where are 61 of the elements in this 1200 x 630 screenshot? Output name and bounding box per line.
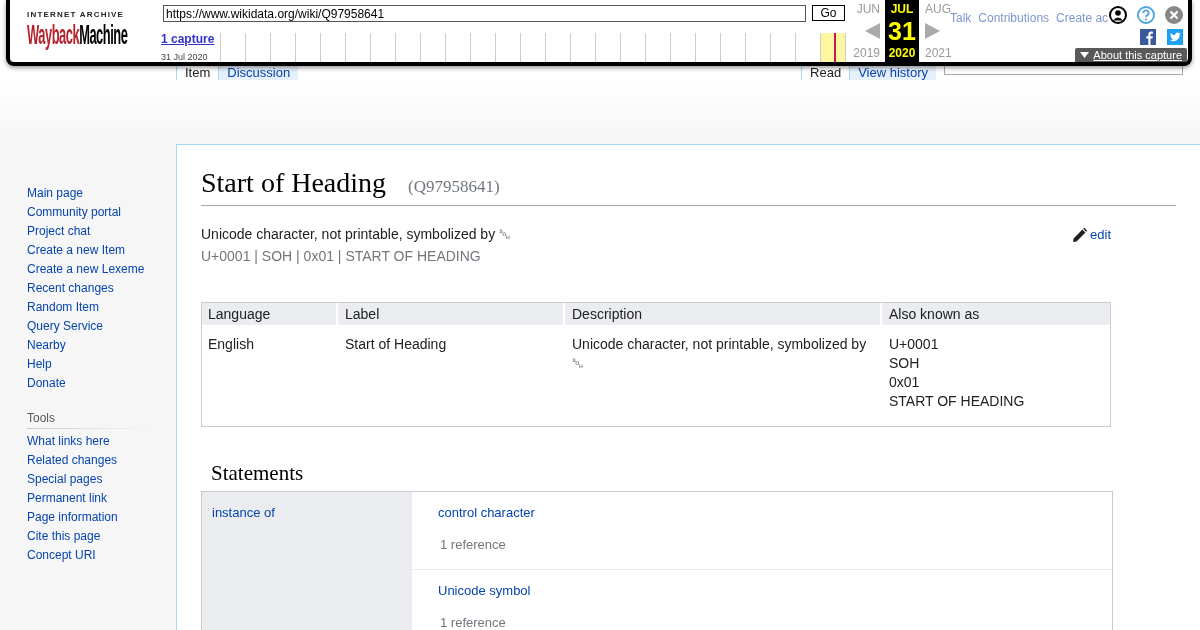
table-cell-text: Start of Heading xyxy=(345,335,448,354)
page-tab[interactable]: Discussion xyxy=(218,66,299,80)
search-field[interactable] xyxy=(944,66,1183,75)
logo-caption: INTERNET ARCHIVE xyxy=(27,10,125,19)
sidebar-link[interactable]: Concept URI xyxy=(27,546,96,565)
table-cell-text: English xyxy=(208,335,255,354)
alias-text: SOH xyxy=(889,354,920,373)
page-tab[interactable]: View history xyxy=(849,66,936,80)
day-label: 31 xyxy=(888,17,916,45)
previous-arrow-icon[interactable] xyxy=(865,23,880,39)
edit-link[interactable]: edit xyxy=(1072,227,1111,243)
item-title: Start of Heading xyxy=(201,166,387,200)
value-link[interactable]: Unicode symbol xyxy=(438,583,531,599)
sidebar-link[interactable]: Related changes xyxy=(27,451,118,470)
help-icon[interactable] xyxy=(1137,6,1155,24)
table-cell-text: Unicode character, not printable, symbolized by ␁ xyxy=(572,335,868,373)
close-icon[interactable] xyxy=(1165,6,1183,24)
item-aliases: U+0001 | SOH | 0x01 | START OF HEADING xyxy=(201,247,481,266)
sidebar-link[interactable]: Recent changes xyxy=(27,279,114,298)
sidebar-link[interactable]: Community portal xyxy=(27,203,122,222)
value-link[interactable]: control character xyxy=(438,505,535,521)
section-heading: Statements xyxy=(210,460,304,486)
about-capture-button[interactable]: About this capture xyxy=(1075,48,1187,62)
pencil-icon xyxy=(1072,227,1088,243)
caret-icon xyxy=(1080,52,1090,58)
item-id: (Q97958641) xyxy=(408,176,500,198)
alias-text: 0x01 xyxy=(889,373,920,392)
capture-timeline-drawing[interactable] xyxy=(220,33,846,62)
sidebar-link[interactable]: Create a new Item xyxy=(27,241,126,260)
sidebar-link[interactable]: What links here xyxy=(27,432,110,451)
sidebar-link[interactable]: Help xyxy=(27,355,52,374)
reference-count[interactable]: 1 reference xyxy=(440,537,506,553)
next-arrow-icon[interactable] xyxy=(925,23,940,39)
sidebar-link[interactable]: Create a new Lexeme xyxy=(27,260,145,279)
alias-text: U+0001 xyxy=(889,335,939,354)
user-icon[interactable] xyxy=(1109,6,1127,24)
property-link[interactable]: instance of xyxy=(212,505,275,521)
sidebar-link[interactable]: Random Item xyxy=(27,298,100,317)
item-description: Unicode character, not printable, symbolized by ␁ xyxy=(201,225,511,244)
sidebar-heading: Tools xyxy=(27,410,55,427)
go-button[interactable]: Go xyxy=(812,5,845,21)
sidebar-link[interactable]: Cite this page xyxy=(27,527,101,546)
sidebar-link[interactable]: Special pages xyxy=(27,470,103,489)
url-field[interactable]: https://www.wikidata.org/wiki/Q97958641 xyxy=(163,5,806,22)
year-label[interactable]: 2020 xyxy=(888,46,916,60)
sidebar-link[interactable]: Project chat xyxy=(27,222,91,241)
capture-date: 31 Jul 2020 xyxy=(161,52,208,62)
wayback-logo[interactable]: WaybackMachine xyxy=(27,21,128,48)
sidebar-link[interactable]: Main page xyxy=(27,184,84,203)
facebook-icon[interactable] xyxy=(1140,29,1156,45)
alias-text: START OF HEADING xyxy=(889,392,1025,411)
bird-icon[interactable] xyxy=(1167,29,1183,45)
sidebar-link[interactable]: Permanent link xyxy=(27,489,108,508)
sidebar-link[interactable]: Donate xyxy=(27,374,66,393)
captures-link[interactable]: 1 capture xyxy=(161,32,215,46)
sidebar-link[interactable]: Page information xyxy=(27,508,118,527)
sidebar-link[interactable]: Nearby xyxy=(27,336,66,355)
month-label[interactable]: JUL xyxy=(890,0,914,16)
column-header: Also known as xyxy=(888,305,981,324)
reference-count[interactable]: 1 reference xyxy=(440,615,506,630)
sidebar-link[interactable]: Query Service xyxy=(27,317,104,336)
